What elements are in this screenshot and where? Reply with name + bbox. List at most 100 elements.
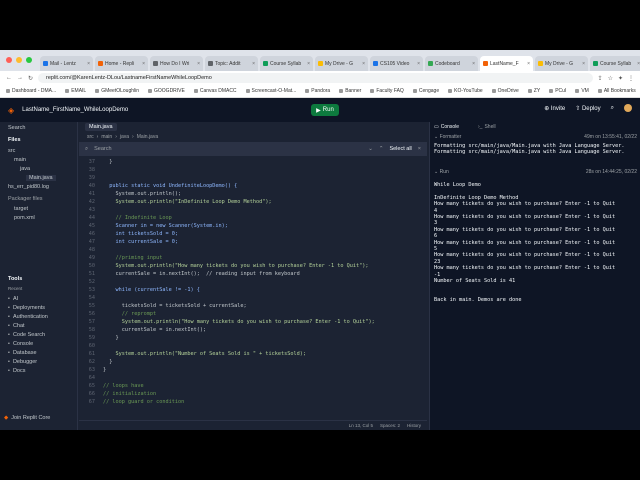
select-all-button[interactable]: Select all xyxy=(389,146,411,152)
browser-tab[interactable]: Course Syllab × xyxy=(590,56,640,71)
breadcrumb-item[interactable]: java xyxy=(120,134,129,140)
packager-item[interactable]: target xyxy=(14,206,28,212)
tab-main-java[interactable]: Main.java xyxy=(85,123,117,131)
code-line[interactable]: 44 // Indefinite Loop xyxy=(79,214,423,222)
bookmark-item[interactable]: Banner xyxy=(339,88,361,94)
tool-item[interactable]: ▪ Database xyxy=(8,350,37,356)
browser-tab[interactable]: My Drive - G × xyxy=(535,56,588,71)
file-tree-item[interactable]: hs_err_pid80.log xyxy=(8,184,49,190)
code-line[interactable]: 50 System.out.println("How many tickets … xyxy=(79,262,423,270)
bookmark-item[interactable]: Dashboard - DMA... xyxy=(6,88,56,94)
bookmark-item[interactable]: GMeetOLoughlin xyxy=(95,88,139,94)
bookmark-item[interactable]: VM xyxy=(575,88,589,94)
code-line[interactable]: 62 } xyxy=(79,358,423,366)
minimize-window-icon[interactable] xyxy=(16,57,22,63)
bookmark-item[interactable]: Screencast-O-Mat... xyxy=(245,88,296,94)
browser-tab[interactable]: Course Syllab × xyxy=(260,56,313,71)
bookmark-item[interactable]: KO-YouTube xyxy=(448,88,483,94)
file-tree-item[interactable]: Main.java xyxy=(26,175,56,181)
code-line[interactable]: 67 // loop guard or condition xyxy=(79,398,423,406)
code-line[interactable]: 56 // reprompt xyxy=(79,310,423,318)
code-line[interactable]: 37 } xyxy=(79,158,423,166)
code-line[interactable]: 65 // loops have xyxy=(79,382,423,390)
tool-item[interactable]: ▪ Deployments xyxy=(8,305,45,311)
run-header[interactable]: ⌄ Run 28s on 14:44:25, 02/22 xyxy=(434,168,637,176)
code-line[interactable]: 66 // initialization xyxy=(79,390,423,398)
code-line[interactable]: 46 int ticketsSold = 0; xyxy=(79,230,423,238)
chevron-up-icon[interactable]: ⌃ xyxy=(379,146,384,152)
close-icon[interactable]: × xyxy=(362,61,365,67)
code-line[interactable]: 61 System.out.println("Number of Seats S… xyxy=(79,350,423,358)
code-line[interactable]: 41 System.out.println(); xyxy=(79,190,423,198)
breadcrumb-item[interactable]: src xyxy=(87,134,94,140)
tab-shell[interactable]: ›_ Shell xyxy=(478,122,496,131)
maximize-window-icon[interactable] xyxy=(26,57,32,63)
code-line[interactable]: 58 currentSale = in.nextInt(); xyxy=(79,326,423,334)
close-window-icon[interactable] xyxy=(6,57,12,63)
code-line[interactable]: 53 while (currentSale != -1) { xyxy=(79,286,423,294)
forward-arrow-icon[interactable]: → xyxy=(17,75,23,81)
extensions-icon[interactable]: ✦ xyxy=(618,75,623,82)
search-icon[interactable]: ⌕ xyxy=(611,105,614,112)
code-editor[interactable]: 37 } 38 39 40 public static void Undefinite… xyxy=(79,156,423,420)
tool-item[interactable]: ▪ Authentication xyxy=(8,314,48,320)
code-line[interactable]: 43 xyxy=(79,206,423,214)
reload-icon[interactable]: ↻ xyxy=(28,75,33,82)
files-header[interactable]: Files xyxy=(8,137,21,143)
cursor-position[interactable]: Ln 13, Col 5 xyxy=(349,423,373,428)
replit-logo-icon[interactable]: ◈ xyxy=(8,106,14,115)
code-line[interactable]: 38 xyxy=(79,166,423,174)
close-icon[interactable]: × xyxy=(417,61,420,67)
packager-item[interactable]: pom.xml xyxy=(14,215,35,221)
project-title[interactable]: LastName_FirstName_WhileLoopDemo xyxy=(22,107,128,113)
code-line[interactable]: 39 xyxy=(79,174,423,182)
tool-item[interactable]: ▪ Debugger xyxy=(8,359,37,365)
browser-tab[interactable]: Topic: Addit × xyxy=(205,56,258,71)
run-button[interactable]: ▶ Run xyxy=(311,104,339,116)
close-icon[interactable]: × xyxy=(87,61,90,67)
code-line[interactable]: 49 //priming input xyxy=(79,254,423,262)
bookmark-item[interactable]: Faculty FAQ xyxy=(370,88,404,94)
close-icon[interactable]: × xyxy=(418,146,421,152)
bookmark-item[interactable]: GOOGDRIVE xyxy=(148,88,185,94)
code-line[interactable]: 63} xyxy=(79,366,423,374)
file-tree-item[interactable]: src xyxy=(8,148,15,154)
browser-tab[interactable]: Codeboard × xyxy=(425,56,478,71)
code-line[interactable]: 64 xyxy=(79,374,423,382)
file-tree-item[interactable]: main xyxy=(14,157,26,163)
code-line[interactable]: 54 xyxy=(79,294,423,302)
tool-item[interactable]: ▪ AI xyxy=(8,296,18,302)
close-icon[interactable]: × xyxy=(582,61,585,67)
code-line[interactable]: 47 int currentSale = 0; xyxy=(79,238,423,246)
code-line[interactable]: 60 xyxy=(79,342,423,350)
file-tree-item[interactable]: java xyxy=(20,166,30,172)
tool-item[interactable]: ▪ Code Search xyxy=(8,332,45,338)
code-line[interactable]: 59 } xyxy=(79,334,423,342)
browser-tab[interactable]: LastName_F × xyxy=(480,56,533,71)
indent-setting[interactable]: Spaces: 2 xyxy=(380,423,400,428)
bookmark-item[interactable]: PCuI xyxy=(549,88,566,94)
breadcrumb-item[interactable]: main xyxy=(101,134,112,140)
code-line[interactable]: 51 currentSale = in.nextInt(); // readin… xyxy=(79,270,423,278)
sidebar-search[interactable]: Search xyxy=(8,125,25,131)
bookmark-item[interactable]: ZY xyxy=(527,88,540,94)
url-field[interactable]: replit.com/@KarenLentz-DLou/LastnameFirs… xyxy=(38,73,593,83)
close-icon[interactable]: × xyxy=(527,61,530,67)
tool-item[interactable]: ▪ Docs xyxy=(8,368,25,374)
invite-button[interactable]: ⊕ Invite xyxy=(544,105,565,112)
chevron-down-icon[interactable]: ⌄ xyxy=(368,146,373,152)
code-line[interactable]: 45 Scanner in = new Scanner(System.in); xyxy=(79,222,423,230)
close-icon[interactable]: × xyxy=(472,61,475,67)
find-input[interactable]: Search xyxy=(94,146,362,152)
breadcrumb-item[interactable]: Main.java xyxy=(137,134,158,140)
close-icon[interactable]: × xyxy=(252,61,255,67)
tool-item[interactable]: ▪ Chat xyxy=(8,323,25,329)
formatter-header[interactable]: ⌄ Formatter 49m on 13:55:41, 02/22 xyxy=(434,133,637,141)
back-arrow-icon[interactable]: ← xyxy=(6,75,12,81)
join-replit-core[interactable]: ◆ Join Replit Core xyxy=(4,415,50,421)
code-line[interactable]: 52 xyxy=(79,278,423,286)
bookmark-item[interactable]: Canvas DMACC xyxy=(193,88,237,94)
bookmark-item[interactable]: Pandora xyxy=(305,88,330,94)
deploy-button[interactable]: ⇧ Deploy xyxy=(575,105,600,112)
close-icon[interactable]: × xyxy=(142,61,145,67)
